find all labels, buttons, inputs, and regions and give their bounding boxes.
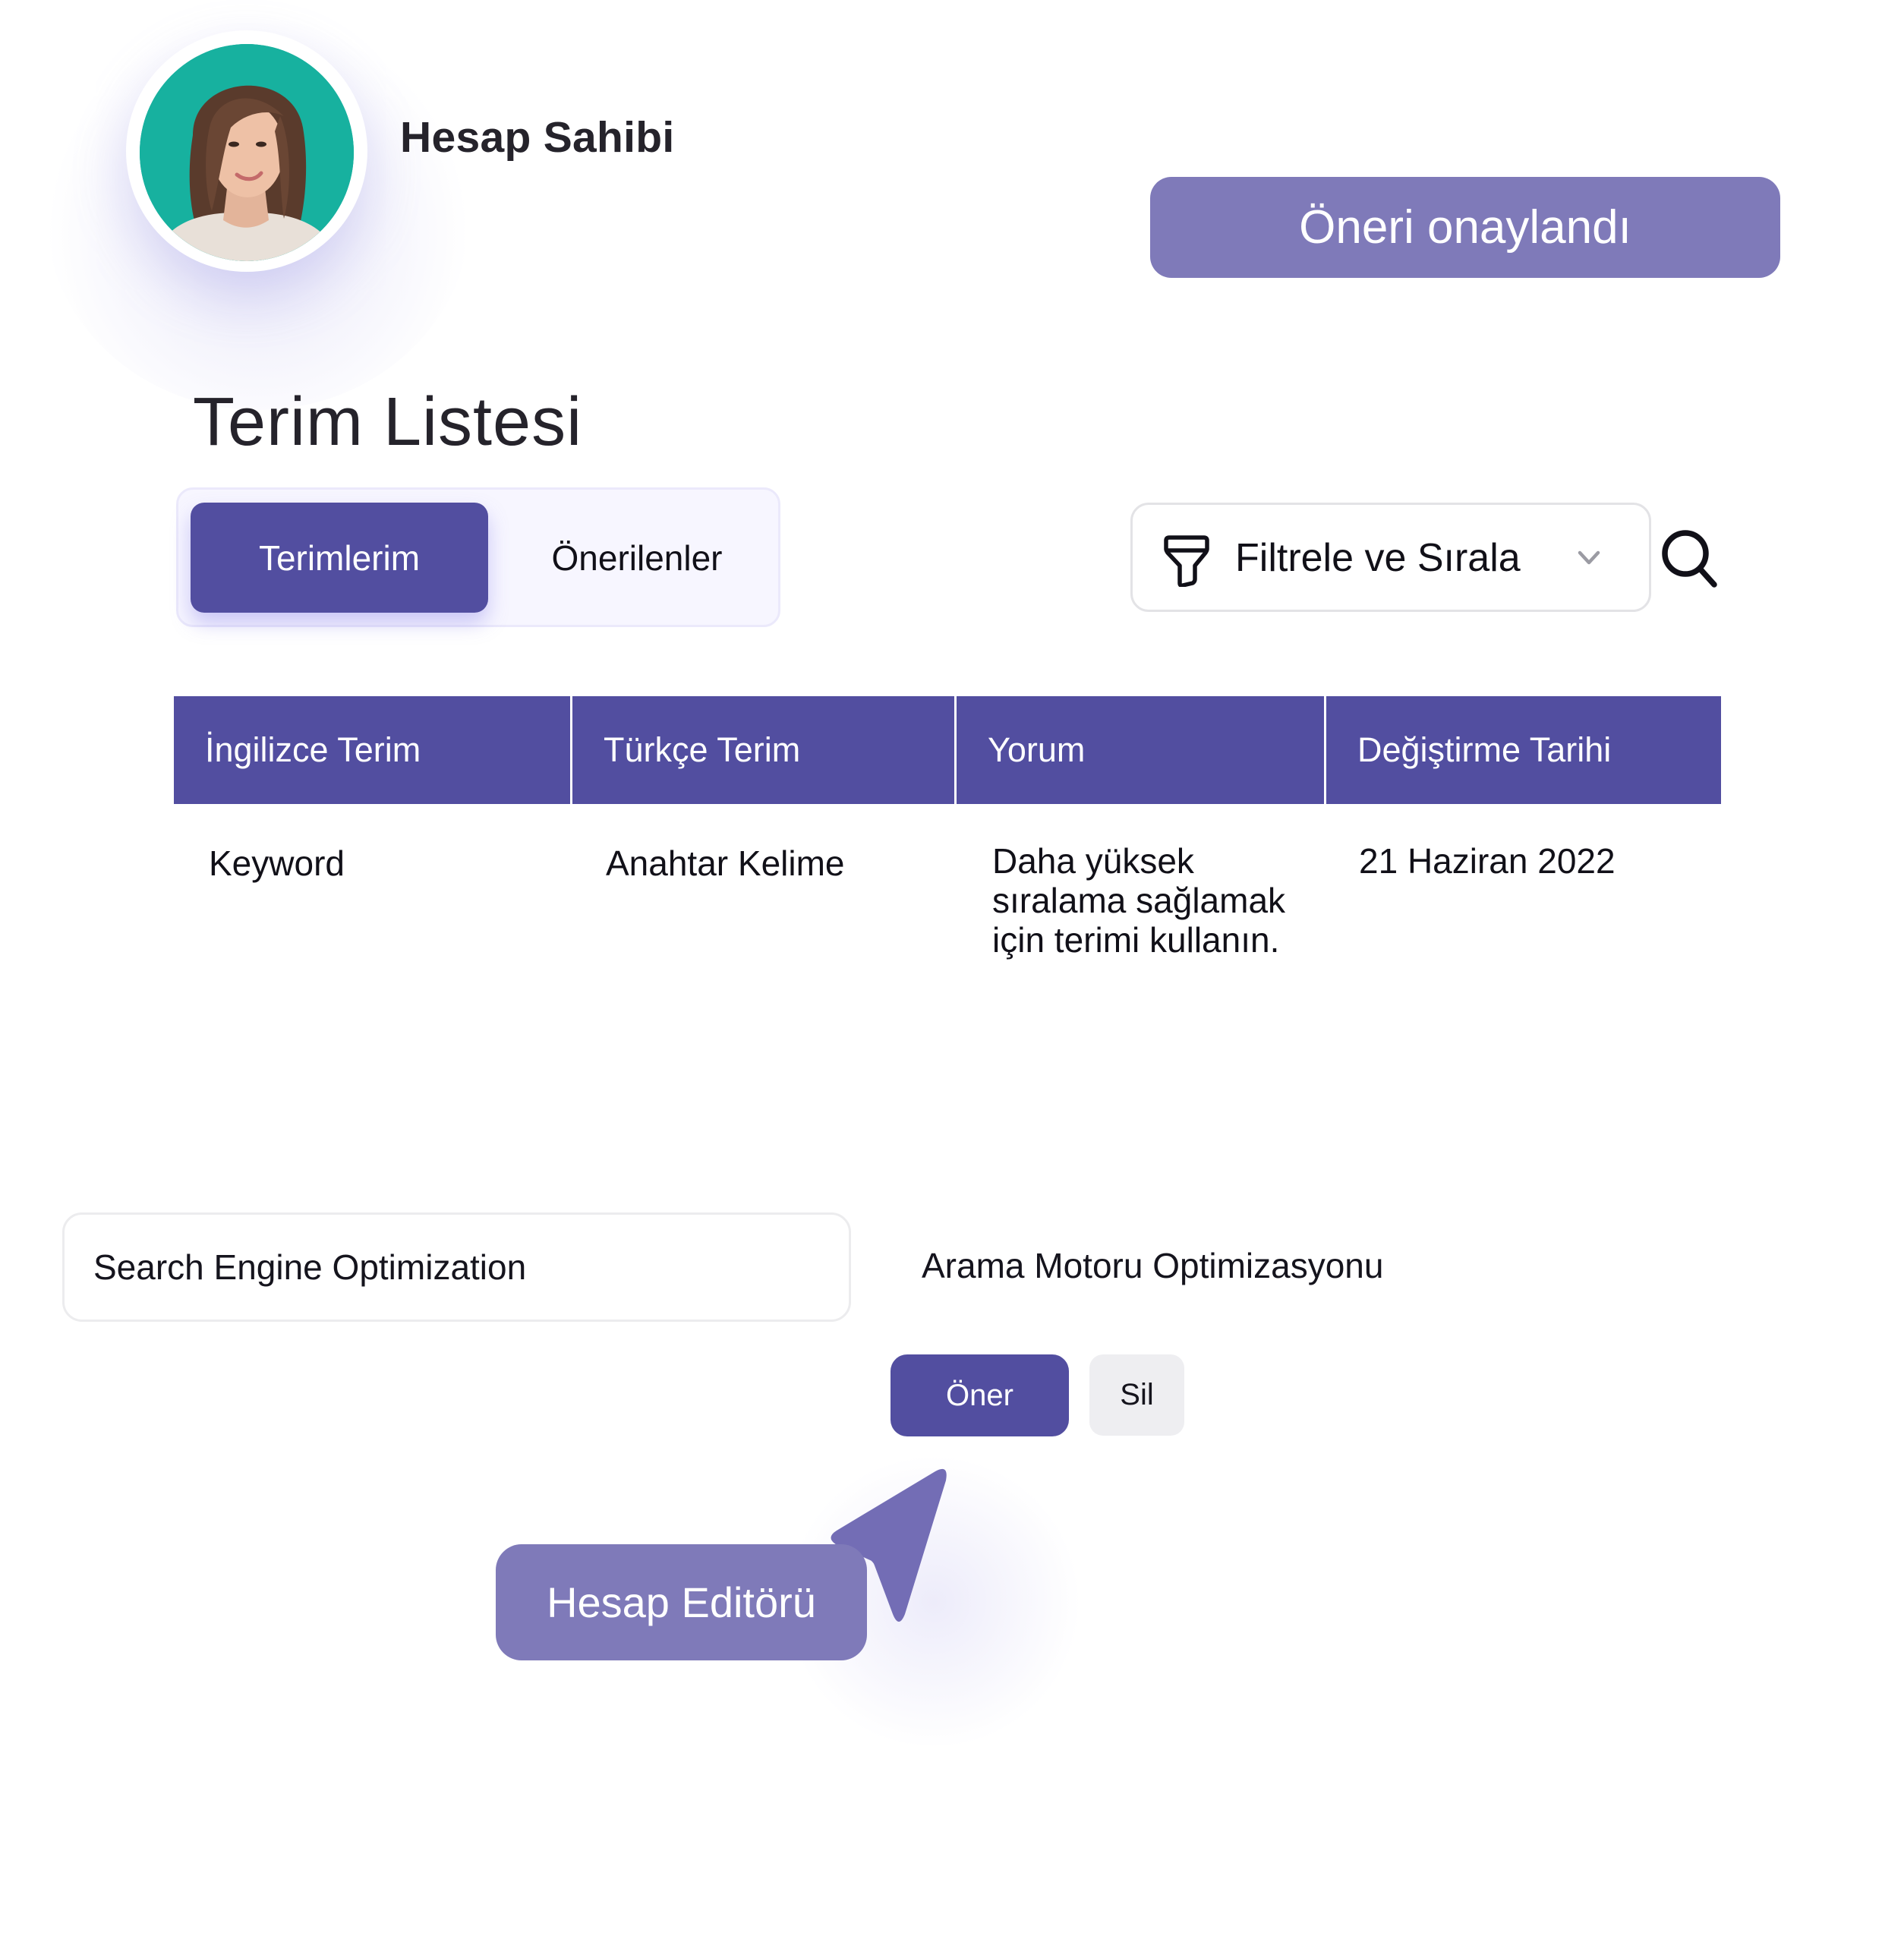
- funnel-icon: [1164, 535, 1209, 587]
- cell-english-term: Keyword: [209, 843, 345, 883]
- column-header-comment[interactable]: Yorum: [957, 696, 1326, 804]
- account-owner-name: Hesap Sahibi: [400, 113, 675, 162]
- delete-button[interactable]: Sil: [1089, 1354, 1184, 1436]
- cell-comment: Daha yüksek sıralama sağlamak için terim…: [992, 841, 1286, 960]
- tab-group: Terimlerim Önerilenler: [176, 487, 780, 627]
- avatar: [140, 44, 354, 261]
- suggestion-approved-badge: Öneri onaylandı: [1150, 177, 1780, 278]
- page-title: Terim Listesi: [193, 384, 583, 460]
- editor-role-label: Hesap Editörü: [547, 1578, 816, 1626]
- user-photo-icon: [140, 44, 354, 261]
- delete-button-label: Sil: [1120, 1378, 1154, 1411]
- filter-label: Filtrele ve Sırala: [1235, 536, 1521, 580]
- account-editor-label: Hesap Editörü: [496, 1544, 867, 1660]
- tab-label: Terimlerim: [258, 538, 421, 578]
- badge-label: Öneri onaylandı: [1299, 201, 1631, 254]
- english-term-input[interactable]: [62, 1212, 851, 1322]
- tab-suggested[interactable]: Önerilenler: [488, 503, 786, 613]
- column-header-english-term[interactable]: İngilizce Terim: [174, 696, 572, 804]
- suggest-button-label: Öner: [946, 1378, 1013, 1412]
- tab-label: Önerilenler: [551, 538, 723, 578]
- suggest-button[interactable]: Öner: [891, 1354, 1069, 1436]
- chevron-down-icon: [1578, 550, 1600, 565]
- turkish-translation: Arama Motoru Optimizasyonu: [922, 1246, 1384, 1285]
- cell-modified-date: 21 Haziran 2022: [1359, 841, 1616, 881]
- table-header: İngilizce Terim Türkçe Terim Yorum Değiş…: [174, 696, 1721, 804]
- filter-sort-dropdown[interactable]: Filtrele ve Sırala: [1130, 503, 1651, 612]
- tab-my-terms[interactable]: Terimlerim: [191, 503, 488, 613]
- cell-turkish-term: Anahtar Kelime: [606, 843, 845, 883]
- column-header-turkish-term[interactable]: Türkçe Terim: [572, 696, 957, 804]
- column-header-modified-date[interactable]: Değiştirme Tarihi: [1326, 696, 1721, 804]
- search-icon[interactable]: [1660, 526, 1720, 590]
